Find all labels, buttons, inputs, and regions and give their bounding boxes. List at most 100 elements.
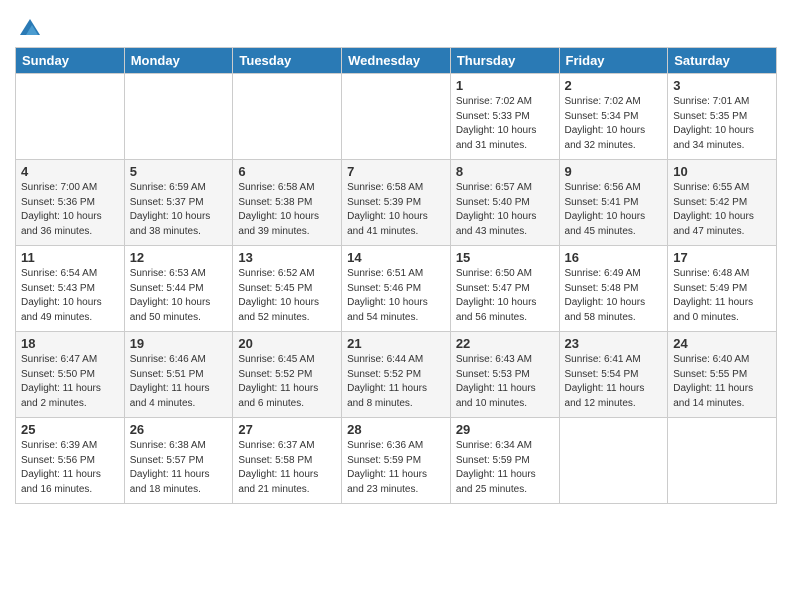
calendar-week-4: 18 Sunrise: 6:47 AMSunset: 5:50 PMDayligh… <box>16 332 777 418</box>
day-info: Sunrise: 6:47 AMSunset: 5:50 PMDaylight:… <box>21 354 101 409</box>
calendar-cell: 25 Sunrise: 6:39 AMSunset: 5:56 PMDayligh… <box>16 418 125 504</box>
day-info: Sunrise: 7:00 AMSunset: 5:36 PMDaylight:… <box>21 182 102 237</box>
day-number: 13 <box>238 250 336 265</box>
day-info: Sunrise: 6:45 AMSunset: 5:52 PMDaylight:… <box>238 354 318 409</box>
day-number: 4 <box>21 164 119 179</box>
day-info: Sunrise: 6:58 AMSunset: 5:38 PMDaylight:… <box>238 182 319 237</box>
calendar-cell <box>16 74 125 160</box>
page: SundayMondayTuesdayWednesdayThursdayFrid… <box>0 0 792 612</box>
calendar-cell: 1 Sunrise: 7:02 AMSunset: 5:33 PMDaylight… <box>450 74 559 160</box>
day-info: Sunrise: 7:02 AMSunset: 5:33 PMDaylight:… <box>456 96 537 151</box>
day-info: Sunrise: 6:53 AMSunset: 5:44 PMDaylight:… <box>130 268 211 323</box>
day-number: 8 <box>456 164 554 179</box>
day-info: Sunrise: 6:58 AMSunset: 5:39 PMDaylight:… <box>347 182 428 237</box>
day-number: 7 <box>347 164 445 179</box>
day-number: 29 <box>456 422 554 437</box>
calendar-cell <box>124 74 233 160</box>
logo-icon <box>18 15 42 39</box>
calendar-cell <box>342 74 451 160</box>
calendar-cell: 19Sunrise: 6:46 AMSunset: 5:51 PMDayligh… <box>124 332 233 418</box>
day-number: 25 <box>21 422 119 437</box>
day-number: 9 <box>565 164 663 179</box>
calendar-cell <box>233 74 342 160</box>
day-info: Sunrise: 6:49 AMSunset: 5:48 PMDaylight:… <box>565 268 646 323</box>
day-number: 6 <box>238 164 336 179</box>
day-number: 15 <box>456 250 554 265</box>
day-number: 5 <box>130 164 228 179</box>
calendar-cell: 22 Sunrise: 6:43 AMSunset: 5:53 PMDayligh… <box>450 332 559 418</box>
calendar-header-monday: Monday <box>124 48 233 74</box>
calendar-cell: 3Sunrise: 7:01 AMSunset: 5:35 PMDaylight… <box>668 74 777 160</box>
calendar-cell: 10 Sunrise: 6:55 AMSunset: 5:42 PMDayligh… <box>668 160 777 246</box>
day-number: 24 <box>673 336 771 351</box>
calendar-cell: 29 Sunrise: 6:34 AMSunset: 5:59 PMDayligh… <box>450 418 559 504</box>
calendar-week-3: 11 Sunrise: 6:54 AMSunset: 5:43 PMDayligh… <box>16 246 777 332</box>
day-number: 28 <box>347 422 445 437</box>
day-number: 10 <box>673 164 771 179</box>
logo <box>15 15 42 39</box>
calendar-cell: 5 Sunrise: 6:59 AMSunset: 5:37 PMDaylight… <box>124 160 233 246</box>
calendar-header-thursday: Thursday <box>450 48 559 74</box>
calendar-cell: 23 Sunrise: 6:41 AMSunset: 5:54 PMDayligh… <box>559 332 668 418</box>
calendar-cell: 15 Sunrise: 6:50 AMSunset: 5:47 PMDayligh… <box>450 246 559 332</box>
day-number: 20 <box>238 336 336 351</box>
day-number: 2 <box>565 78 663 93</box>
day-number: 14 <box>347 250 445 265</box>
calendar-cell: 21 Sunrise: 6:44 AMSunset: 5:52 PMDayligh… <box>342 332 451 418</box>
day-number: 26 <box>130 422 228 437</box>
day-number: 1 <box>456 78 554 93</box>
calendar-cell: 26 Sunrise: 6:38 AMSunset: 5:57 PMDayligh… <box>124 418 233 504</box>
calendar-cell: 13 Sunrise: 6:52 AMSunset: 5:45 PMDayligh… <box>233 246 342 332</box>
calendar-header-friday: Friday <box>559 48 668 74</box>
day-number: 17 <box>673 250 771 265</box>
header <box>15 10 777 39</box>
day-number: 12 <box>130 250 228 265</box>
day-info: Sunrise: 6:34 AMSunset: 5:59 PMDaylight:… <box>456 440 536 495</box>
day-number: 27 <box>238 422 336 437</box>
calendar-cell: 27 Sunrise: 6:37 AMSunset: 5:58 PMDayligh… <box>233 418 342 504</box>
day-info: Sunrise: 6:48 AMSunset: 5:49 PMDaylight:… <box>673 268 753 323</box>
calendar-header-saturday: Saturday <box>668 48 777 74</box>
day-info: Sunrise: 6:38 AMSunset: 5:57 PMDaylight:… <box>130 440 210 495</box>
day-info: Sunrise: 6:39 AMSunset: 5:56 PMDaylight:… <box>21 440 101 495</box>
day-info: Sunrise: 6:50 AMSunset: 5:47 PMDaylight:… <box>456 268 537 323</box>
day-info: Sunrise: 6:51 AMSunset: 5:46 PMDaylight:… <box>347 268 428 323</box>
calendar-cell: 20 Sunrise: 6:45 AMSunset: 5:52 PMDayligh… <box>233 332 342 418</box>
calendar: SundayMondayTuesdayWednesdayThursdayFrid… <box>15 47 777 504</box>
calendar-cell: 28 Sunrise: 6:36 AMSunset: 5:59 PMDayligh… <box>342 418 451 504</box>
day-info: Sunrise: 6:57 AMSunset: 5:40 PMDaylight:… <box>456 182 537 237</box>
calendar-week-5: 25 Sunrise: 6:39 AMSunset: 5:56 PMDayligh… <box>16 418 777 504</box>
day-number: 16 <box>565 250 663 265</box>
calendar-header-wednesday: Wednesday <box>342 48 451 74</box>
calendar-cell: 17 Sunrise: 6:48 AMSunset: 5:49 PMDayligh… <box>668 246 777 332</box>
day-info: Sunrise: 6:44 AMSunset: 5:52 PMDaylight:… <box>347 354 427 409</box>
day-number: 23 <box>565 336 663 351</box>
day-info: Sunrise: 6:52 AMSunset: 5:45 PMDaylight:… <box>238 268 319 323</box>
day-number: 22 <box>456 336 554 351</box>
day-info: Sunrise: 6:59 AMSunset: 5:37 PMDaylight:… <box>130 182 211 237</box>
calendar-cell: 4 Sunrise: 7:00 AMSunset: 5:36 PMDaylight… <box>16 160 125 246</box>
calendar-cell: 2Sunrise: 7:02 AMSunset: 5:34 PMDaylight… <box>559 74 668 160</box>
day-info: Sunrise: 6:36 AMSunset: 5:59 PMDaylight:… <box>347 440 427 495</box>
day-info: Sunrise: 6:37 AMSunset: 5:58 PMDaylight:… <box>238 440 318 495</box>
calendar-header-sunday: Sunday <box>16 48 125 74</box>
calendar-cell <box>668 418 777 504</box>
calendar-cell: 9 Sunrise: 6:56 AMSunset: 5:41 PMDaylight… <box>559 160 668 246</box>
day-info: Sunrise: 6:43 AMSunset: 5:53 PMDaylight:… <box>456 354 536 409</box>
day-number: 18 <box>21 336 119 351</box>
day-info: Sunrise: 6:55 AMSunset: 5:42 PMDaylight:… <box>673 182 754 237</box>
calendar-cell <box>559 418 668 504</box>
calendar-week-1: 1 Sunrise: 7:02 AMSunset: 5:33 PMDaylight… <box>16 74 777 160</box>
calendar-cell: 24Sunrise: 6:40 AMSunset: 5:55 PMDayligh… <box>668 332 777 418</box>
day-info: Sunrise: 6:56 AMSunset: 5:41 PMDaylight:… <box>565 182 646 237</box>
day-info: Sunrise: 7:01 AMSunset: 5:35 PMDaylight:… <box>673 96 754 151</box>
day-number: 21 <box>347 336 445 351</box>
calendar-cell: 11 Sunrise: 6:54 AMSunset: 5:43 PMDayligh… <box>16 246 125 332</box>
calendar-header-tuesday: Tuesday <box>233 48 342 74</box>
day-info: Sunrise: 6:41 AMSunset: 5:54 PMDaylight:… <box>565 354 645 409</box>
calendar-cell: 8 Sunrise: 6:57 AMSunset: 5:40 PMDaylight… <box>450 160 559 246</box>
day-info: Sunrise: 6:54 AMSunset: 5:43 PMDaylight:… <box>21 268 102 323</box>
calendar-header-row: SundayMondayTuesdayWednesdayThursdayFrid… <box>16 48 777 74</box>
day-info: Sunrise: 6:46 AMSunset: 5:51 PMDaylight:… <box>130 354 210 409</box>
day-number: 11 <box>21 250 119 265</box>
